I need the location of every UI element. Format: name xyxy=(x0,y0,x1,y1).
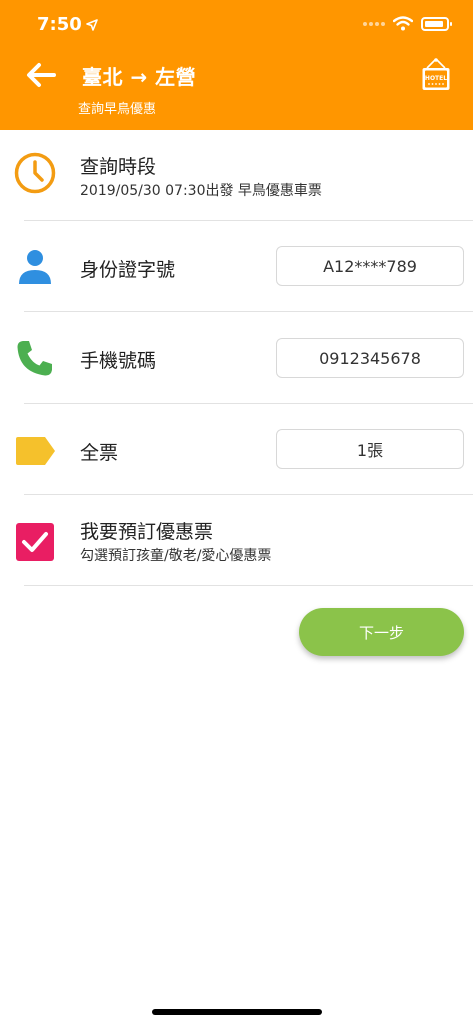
checkbox-checked-icon[interactable] xyxy=(14,521,56,563)
hotel-sign-icon: HOTEL xyxy=(422,58,450,90)
next-step-button[interactable]: 下一步 xyxy=(299,608,464,656)
hotel-button[interactable]: HOTEL xyxy=(421,58,451,94)
battery-icon xyxy=(421,16,452,31)
phone-field[interactable]: 0912345678 xyxy=(276,338,464,378)
signal-icon xyxy=(363,21,385,26)
phone-row: 手機號碼 0912345678 xyxy=(0,313,473,404)
discount-ticket-row[interactable]: 我要預訂優惠票 勾選預訂孩童/敬老/愛心優惠票 xyxy=(0,495,473,587)
hotel-sign-text: HOTEL xyxy=(425,75,447,82)
discount-ticket-hint: 勾選預訂孩童/敬老/愛心優惠票 xyxy=(80,548,272,564)
discount-ticket-title: 我要預訂優惠票 xyxy=(80,521,214,543)
status-bar-right xyxy=(363,16,452,31)
id-number-row: 身份證字號 A12****789 xyxy=(0,222,473,313)
divider xyxy=(24,220,473,221)
id-number-field[interactable]: A12****789 xyxy=(276,246,464,286)
person-icon xyxy=(14,246,56,288)
clock-icon xyxy=(14,152,56,194)
divider xyxy=(24,311,473,312)
query-time-detail: 2019/05/30 07:30出發 早鳥優惠車票 xyxy=(80,183,322,199)
app-header: 7:50 臺北 → 左營 查詢早鳥優惠 HOTEL xyxy=(0,0,473,130)
arrow-left-icon xyxy=(27,63,56,87)
status-time-text: 7:50 xyxy=(37,14,82,35)
divider xyxy=(24,585,473,586)
status-bar-time: 7:50 xyxy=(37,14,98,35)
ticket-type-label: 全票 xyxy=(80,442,119,464)
phone-icon xyxy=(14,337,56,379)
location-arrow-icon xyxy=(85,18,98,31)
ticket-type-row: 全票 1張 xyxy=(0,404,473,495)
route-subtitle: 查詢早鳥優惠 xyxy=(78,102,157,117)
route-title: 臺北 → 左營 xyxy=(82,65,197,89)
tag-icon xyxy=(14,430,56,472)
query-time-title: 查詢時段 xyxy=(80,156,157,178)
back-button[interactable] xyxy=(24,58,58,92)
ticket-count-field[interactable]: 1張 xyxy=(276,429,464,469)
id-number-label: 身份證字號 xyxy=(80,259,176,281)
phone-label: 手機號碼 xyxy=(80,350,157,372)
query-time-row[interactable]: 查詢時段 2019/05/30 07:30出發 早鳥優惠車票 xyxy=(0,130,473,222)
wifi-icon xyxy=(393,16,413,31)
home-indicator xyxy=(152,1009,322,1015)
